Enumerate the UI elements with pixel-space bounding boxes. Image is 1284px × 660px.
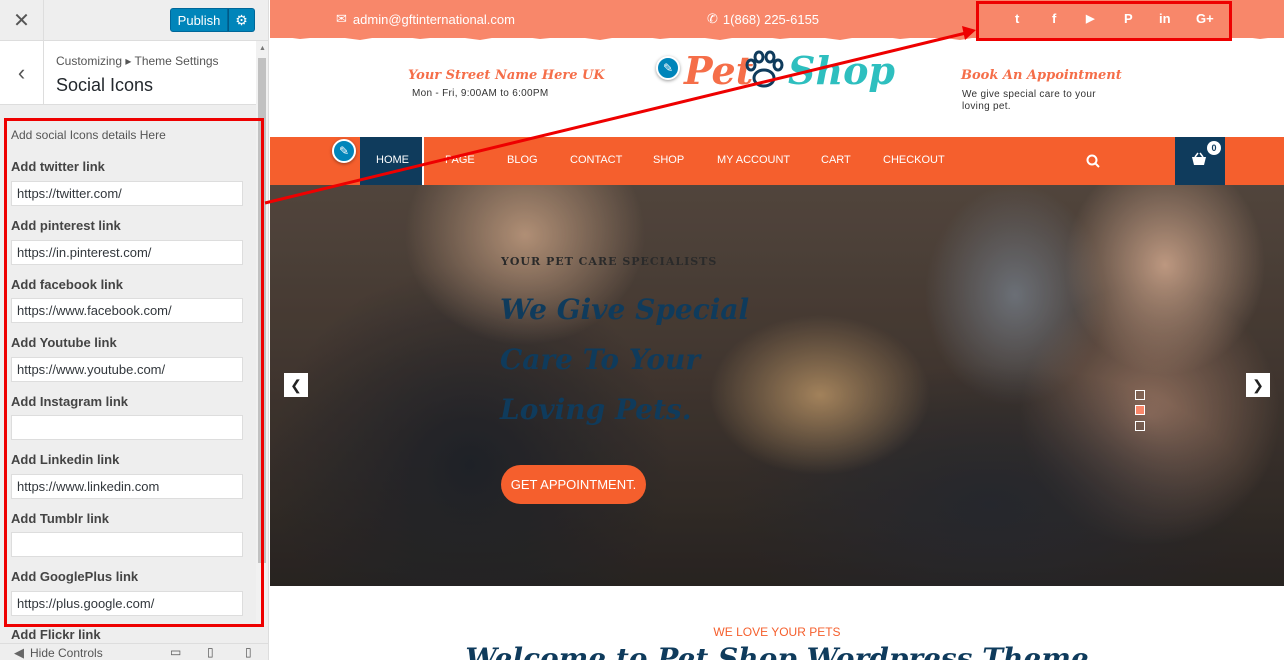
screen: ✕ Publish ⚙ ‹ Customizing ▸ Theme Settin… [0, 0, 1284, 660]
collapse-arrow-icon: ◀ [14, 645, 24, 660]
instagram-link-input[interactable] [11, 415, 243, 440]
nav-item-my-account[interactable]: MY ACCOUNT [717, 154, 790, 166]
site-header: Your Street Name Here UK Mon - Fri, 9:00… [270, 42, 1284, 137]
main-navigation: ✎ HOME PAGE BLOG CONTACT SHOP MY ACCOUNT… [270, 137, 1284, 185]
panel-description: Add social Icons details Here [11, 128, 166, 142]
customizer-sidebar: ✕ Publish ⚙ ‹ Customizing ▸ Theme Settin… [0, 0, 269, 660]
twitter-link-input[interactable] [11, 181, 243, 206]
desktop-preview-icon[interactable]: ▭ [170, 645, 181, 659]
address-title: Your Street Name Here UK [408, 68, 605, 83]
tumblr-link-label: Add Tumblr link [11, 511, 109, 526]
youtube-link-label: Add Youtube link [11, 335, 117, 350]
intro-kicker: WE LOVE YOUR PETS [713, 625, 841, 639]
slider-prev-icon[interactable]: ❮ [284, 373, 308, 397]
appointment-title: Book An Appointment [961, 68, 1122, 83]
instagram-link-label: Add Instagram link [11, 394, 129, 409]
googleplus-link-label: Add GooglePlus link [11, 569, 139, 584]
mobile-preview-icon[interactable]: ▯ [245, 645, 252, 659]
cart-button[interactable]: 0 [1175, 137, 1225, 185]
close-icon[interactable]: ✕ [0, 0, 44, 41]
social-icons-panel: Add social Icons details Here Add twitte… [0, 105, 257, 642]
slider-dot-2[interactable] [1135, 405, 1145, 415]
pinterest-link-input[interactable] [11, 240, 243, 265]
back-arrow-icon[interactable]: ‹ [0, 41, 44, 105]
scroll-up-icon[interactable]: ▲ [259, 45, 266, 52]
publish-button[interactable]: Publish [170, 8, 228, 32]
hero-image [270, 185, 1284, 586]
phone-contact[interactable]: ✆ 1(868) 225-6155 [707, 11, 819, 27]
email-text: admin@gftinternational.com [352, 11, 515, 27]
nav-item-contact[interactable]: CONTACT [570, 154, 622, 166]
annotation-highlight-social [976, 1, 1232, 41]
email-contact[interactable]: ✉ admin@gftinternational.com [336, 11, 515, 27]
customizer-header: ✕ Publish ⚙ [0, 0, 268, 41]
nav-item-cart[interactable]: CART [821, 154, 851, 166]
edit-pencil-icon[interactable]: ✎ [332, 139, 356, 163]
hide-controls-button[interactable]: ◀ Hide Controls [14, 645, 103, 660]
slider-dot-3[interactable] [1135, 421, 1145, 431]
section-title: Social Icons [56, 75, 154, 95]
facebook-link-label: Add facebook link [11, 277, 123, 292]
section-header: ‹ Customizing ▸ Theme Settings Social Ic… [0, 41, 257, 105]
tumblr-link-input[interactable] [11, 532, 243, 557]
get-appointment-button[interactable]: GET APPOINTMENT. [501, 465, 646, 504]
nav-item-shop[interactable]: SHOP [653, 154, 684, 166]
breadcrumb: Customizing ▸ Theme Settings [56, 54, 219, 68]
appointment-text: We give special care to your loving pet. [962, 89, 1096, 112]
edit-pencil-icon[interactable]: ✎ [656, 56, 680, 80]
logo-text-shop[interactable]: Shop [788, 48, 895, 93]
nav-item-blog[interactable]: BLOG [507, 154, 538, 166]
slider-next-icon[interactable]: ❯ [1246, 373, 1270, 397]
phone-text: 1(868) 225-6155 [722, 11, 820, 27]
intro-section: WE LOVE YOUR PETS Welcome to Pet Shop Wo… [270, 586, 1284, 660]
nav-item-checkout[interactable]: CHECKOUT [883, 154, 945, 166]
linkedin-link-label: Add Linkedin link [11, 452, 120, 467]
twitter-link-label: Add twitter link [11, 159, 105, 174]
basket-icon [1192, 152, 1206, 165]
hide-controls-label: Hide Controls [30, 646, 103, 660]
hero-kicker: Your Pet Care Specialists [501, 255, 718, 268]
cart-count-badge: 0 [1207, 141, 1221, 155]
envelope-icon: ✉ [336, 11, 347, 26]
address-hours: Mon - Fri, 9:00AM to 6:00PM [412, 88, 549, 99]
search-icon[interactable] [1086, 154, 1100, 168]
sidebar-scrollbar[interactable]: ▲ [256, 41, 268, 626]
hero-title: We Give Special Care To Your Loving Pets… [500, 293, 750, 426]
gear-icon[interactable]: ⚙ [228, 8, 255, 32]
intro-title: Welcome to Pet Shop Wordpress Theme [465, 642, 1089, 660]
youtube-link-input[interactable] [11, 357, 243, 382]
tablet-preview-icon[interactable]: ▯ [207, 645, 214, 659]
scrollbar-thumb[interactable] [258, 58, 266, 563]
facebook-link-input[interactable] [11, 298, 243, 323]
phone-icon: ✆ [707, 11, 718, 26]
flickr-link-label: Add Flickr link [11, 627, 101, 642]
slider-dot-1[interactable] [1135, 390, 1145, 400]
googleplus-link-input[interactable] [11, 591, 243, 616]
pinterest-link-label: Add pinterest link [11, 218, 121, 233]
nav-item-page[interactable]: PAGE [445, 154, 475, 166]
nav-item-home[interactable]: HOME [376, 154, 409, 166]
site-preview: ✉ admin@gftinternational.com ✆ 1(868) 22… [270, 0, 1284, 660]
hero-slider: Your Pet Care Specialists We Give Specia… [270, 185, 1284, 586]
paw-icon [745, 50, 784, 88]
linkedin-link-input[interactable] [11, 474, 243, 499]
